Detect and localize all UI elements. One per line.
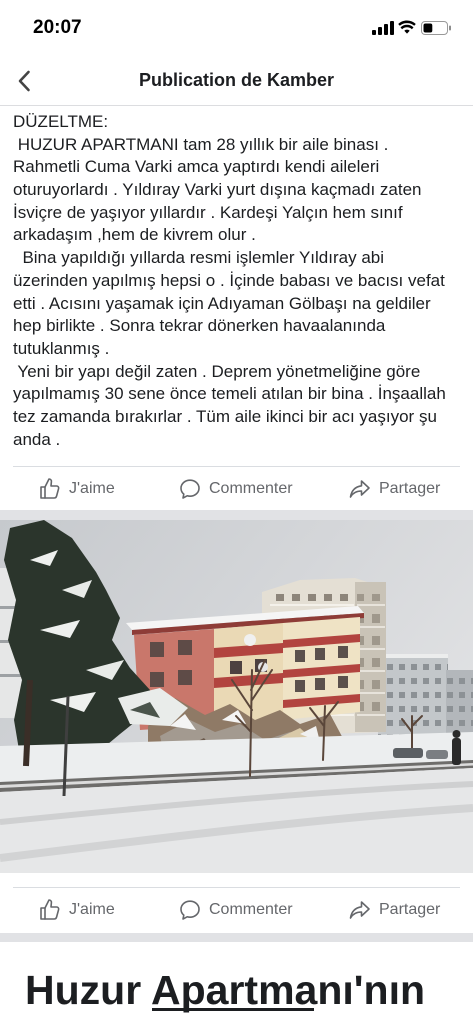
post-actions-divider: [13, 466, 460, 467]
section-separator: [0, 510, 473, 520]
like-label: J'aime: [69, 480, 115, 497]
post-body: DÜZELTME: HUZUR APARTMANI tam 28 yıllık …: [13, 111, 468, 451]
section-separator: [0, 933, 473, 942]
post-text-line: tutuklanmış .: [13, 338, 110, 358]
status-bar: 20:07: [0, 0, 473, 55]
share-label: Partager: [379, 901, 441, 918]
post-text-line: DÜZELTME:: [13, 112, 109, 131]
comment-button[interactable]: Commenter: [178, 476, 293, 502]
post-action-bar: J'aime Commenter Partager: [0, 476, 473, 502]
like-button[interactable]: J'aime: [38, 476, 115, 502]
thumbs-up-icon: [40, 478, 60, 499]
share-icon: [349, 901, 370, 919]
title-link-underline: [152, 1008, 314, 1011]
battery-level-fill: [423, 23, 433, 33]
photo-share-button[interactable]: Partager: [348, 897, 440, 923]
comment-label: Commenter: [209, 480, 293, 497]
post-text-line: Yeni bir yapı değil zaten . Deprem yönet…: [13, 361, 421, 381]
comment-icon: [180, 900, 200, 920]
photo-actions-divider: [13, 887, 460, 888]
post-text-line: oturuyorlardı . Yıldıray Varki yurt dışı…: [13, 180, 422, 200]
comment-label: Commenter: [209, 901, 293, 918]
like-label: J'aime: [69, 901, 115, 918]
post-text-line: Rahmetli Cuma Varki amca yaptırdı kendi …: [13, 157, 380, 177]
share-label: Partager: [379, 480, 441, 497]
article-preview-title[interactable]: Huzur Apartmanı'nın: [25, 966, 425, 1014]
post-photo[interactable]: [0, 520, 473, 873]
post-text-line: tez zamanda bırakırlar . Tüm aile ikinci…: [13, 406, 437, 426]
share-button[interactable]: Partager: [348, 476, 440, 502]
page-title: Publication de Kamber: [138, 70, 335, 90]
post-text-line: yapılmamış 30 sene önce temeli atılan bi…: [13, 384, 446, 404]
share-icon: [349, 480, 370, 498]
tree-trunk: [23, 679, 33, 767]
photo-comment-button[interactable]: Commenter: [178, 897, 293, 923]
post-text-line: üzerinden yapılmış hepsi o . İçinde baba…: [13, 270, 445, 290]
comment-icon: [180, 479, 200, 499]
signal-icon: [372, 21, 394, 35]
wifi-icon: [398, 20, 416, 34]
battery-icon: [421, 21, 451, 35]
pedestrian: [452, 730, 461, 765]
post-text-line: İsviçre de yaşıyor yıllardır . Kardeşi Y…: [13, 202, 403, 222]
post-text-line: anda .: [13, 429, 61, 449]
thumbs-up-icon: [40, 899, 60, 920]
post-text-line: etti . Acısını yaşamak için Adıyaman Göl…: [13, 293, 431, 313]
status-time: 20:07: [33, 17, 82, 38]
navigation-bar: Publication de Kamber: [0, 55, 473, 106]
back-button[interactable]: [12, 68, 36, 94]
chevron-left-icon: [18, 70, 30, 92]
post-text-line: arkadaşım ,hem de kivrem olur .: [13, 225, 256, 245]
post-text-line: HUZUR APARTMANI tam 28 yıllık bir aile b…: [13, 134, 389, 154]
photo-like-button[interactable]: J'aime: [38, 897, 115, 923]
post-text-line: hep birlikte . Sonra tekrar dönerken hav…: [13, 316, 386, 336]
post-text-line: Bina yapıldığı yıllarda resmi işlemler Y…: [13, 248, 385, 268]
photo-action-bar: J'aime Commenter Partager: [0, 897, 473, 923]
